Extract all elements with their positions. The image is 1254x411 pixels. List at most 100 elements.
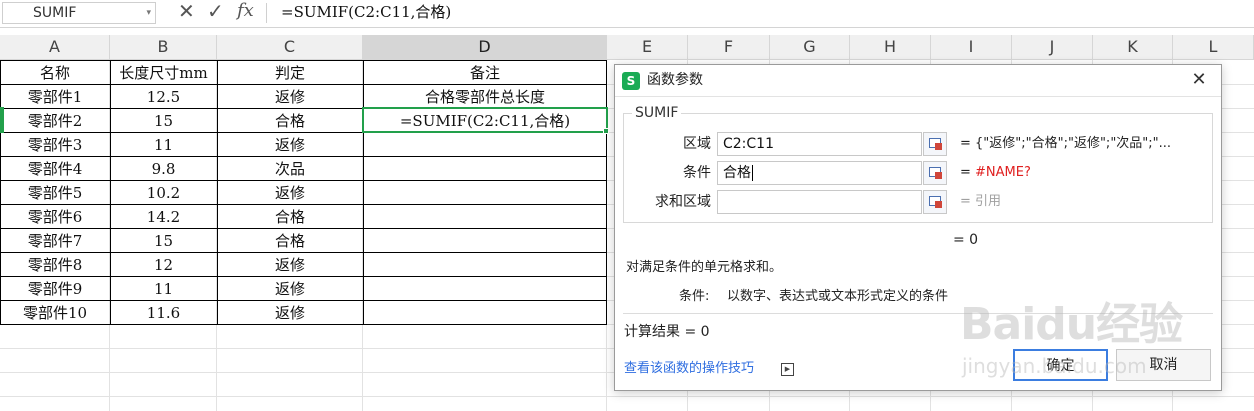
help-link[interactable]: 查看该函数的操作技巧 bbox=[624, 360, 754, 378]
table-cell[interactable]: 14.2 bbox=[110, 205, 217, 229]
header-cell[interactable]: 长度尺寸mm bbox=[110, 61, 217, 85]
cancel-button[interactable]: 取消 bbox=[1116, 349, 1211, 381]
table-cell[interactable]: 零部件3 bbox=[0, 133, 110, 157]
grid-row-line bbox=[0, 396, 1254, 397]
table-cell[interactable]: 零部件10 bbox=[0, 301, 110, 325]
table-cell[interactable]: 零部件8 bbox=[0, 253, 110, 277]
table-cell[interactable]: 返修 bbox=[217, 301, 363, 325]
table-cell[interactable] bbox=[363, 157, 607, 181]
name-box[interactable]: SUMIF ▾ bbox=[2, 2, 156, 24]
table-cell[interactable]: 合格 bbox=[217, 205, 363, 229]
column-header-j[interactable]: J bbox=[1012, 35, 1093, 60]
arg-description-name: 条件: bbox=[679, 289, 710, 304]
table-cell[interactable]: 返修 bbox=[217, 277, 363, 301]
table-cell[interactable]: 返修 bbox=[217, 181, 363, 205]
column-header-e[interactable]: E bbox=[607, 35, 688, 60]
arg-label-sum-range: 求和区域 bbox=[655, 194, 711, 210]
table-cell[interactable]: 15 bbox=[110, 109, 217, 133]
calculation-result: 计算结果 = 0 bbox=[624, 324, 710, 340]
dialog-title: 函数参数 bbox=[647, 72, 703, 88]
range-input[interactable]: C2:C11 bbox=[717, 132, 922, 156]
function-description: 对满足条件的单元格求和。 bbox=[626, 260, 783, 275]
criteria-result-prefix: = bbox=[960, 165, 976, 180]
function-name: SUMIF bbox=[632, 105, 682, 121]
table-cell[interactable]: 零部件7 bbox=[0, 229, 110, 253]
name-box-value: SUMIF bbox=[33, 5, 77, 21]
arg-description-text: 以数字、表达式或文本形式定义的条件 bbox=[727, 289, 949, 304]
table-cell[interactable]: 零部件5 bbox=[0, 181, 110, 205]
criteria-result: #NAME? bbox=[975, 165, 1031, 180]
active-cell-outline bbox=[362, 107, 608, 133]
table-cell[interactable]: 零部件6 bbox=[0, 205, 110, 229]
sum-range-input[interactable] bbox=[717, 190, 922, 214]
function-arguments-dialog: S 函数参数 ✕ SUMIF 区域 C2:C11 = {"返修";"合格";"返… bbox=[614, 64, 1222, 391]
close-icon[interactable]: ✕ bbox=[1187, 68, 1211, 92]
collapse-range-icon[interactable] bbox=[923, 132, 947, 156]
cancel-icon[interactable]: ✕ bbox=[178, 0, 195, 24]
formula-bar-divider bbox=[266, 3, 267, 23]
text-cursor bbox=[752, 165, 753, 181]
formula-input[interactable]: =SUMIF(C2:C11,合格) bbox=[281, 2, 451, 22]
table-cell[interactable]: 9.8 bbox=[110, 157, 217, 181]
table-cell[interactable]: 合格 bbox=[217, 109, 363, 133]
play-video-icon[interactable]: ▶ bbox=[781, 363, 794, 376]
table-cell[interactable]: 12 bbox=[110, 253, 217, 277]
column-header-a[interactable]: A bbox=[0, 35, 110, 60]
table-cell[interactable] bbox=[363, 205, 607, 229]
criteria-result-row: = #NAME? bbox=[960, 163, 1210, 183]
table-cell[interactable]: 10.2 bbox=[110, 181, 217, 205]
table-cell[interactable]: 15 bbox=[110, 229, 217, 253]
table-cell[interactable]: 11 bbox=[110, 133, 217, 157]
table-cell[interactable]: 11.6 bbox=[110, 301, 217, 325]
fx-icon[interactable]: fx bbox=[237, 0, 254, 24]
table-cell[interactable] bbox=[363, 277, 607, 301]
chevron-down-icon[interactable]: ▾ bbox=[146, 3, 151, 23]
column-header-b[interactable]: B bbox=[110, 35, 217, 60]
arg-label-range: 区域 bbox=[683, 136, 711, 152]
column-header-l[interactable]: L bbox=[1173, 35, 1254, 60]
column-header-i[interactable]: I bbox=[931, 35, 1012, 60]
dialog-divider bbox=[615, 96, 1221, 97]
column-header-f[interactable]: F bbox=[688, 35, 770, 60]
header-cell[interactable]: 判定 bbox=[217, 61, 363, 85]
collapse-criteria-icon[interactable] bbox=[923, 161, 947, 185]
table-cell[interactable]: 次品 bbox=[217, 157, 363, 181]
header-cell[interactable]: 名称 bbox=[0, 61, 110, 85]
sum-range-result: = 引用 bbox=[960, 194, 1002, 209]
column-header-g[interactable]: G bbox=[770, 35, 850, 60]
table-cell[interactable]: 返修 bbox=[217, 253, 363, 277]
column-header-k[interactable]: K bbox=[1093, 35, 1173, 60]
dialog-divider-lower bbox=[623, 313, 1213, 314]
collapse-sum-range-icon[interactable] bbox=[923, 190, 947, 214]
table-cell[interactable] bbox=[363, 181, 607, 205]
active-row-marker bbox=[0, 107, 4, 133]
table-cell[interactable]: 合格 bbox=[217, 229, 363, 253]
criteria-input[interactable]: 合格 bbox=[717, 161, 922, 185]
column-header-d[interactable]: D bbox=[363, 35, 607, 60]
range-input-value: C2:C11 bbox=[723, 136, 774, 152]
criteria-input-value: 合格 bbox=[723, 165, 751, 181]
table-cell[interactable] bbox=[363, 229, 607, 253]
table-cell[interactable] bbox=[363, 301, 607, 325]
table-cell[interactable]: 返修 bbox=[217, 133, 363, 157]
fill-handle[interactable] bbox=[603, 128, 609, 134]
formula-bar: SUMIF ▾ ✕ ✓ fx =SUMIF(C2:C11,合格) bbox=[0, 0, 1254, 28]
table-cell[interactable]: 12.5 bbox=[110, 85, 217, 109]
column-header-h[interactable]: H bbox=[850, 35, 931, 60]
table-cell[interactable]: 11 bbox=[110, 277, 217, 301]
ok-button[interactable]: 确定 bbox=[1013, 349, 1108, 381]
table-cell[interactable] bbox=[363, 133, 607, 157]
function-result: = 0 bbox=[953, 232, 979, 248]
table-cell[interactable]: 零部件4 bbox=[0, 157, 110, 181]
header-cell[interactable]: 备注 bbox=[363, 61, 607, 85]
column-header-c[interactable]: C bbox=[217, 35, 363, 60]
range-result: = {"返修";"合格";"返修";"次品";"... bbox=[960, 136, 1172, 151]
table-cell[interactable]: 零部件9 bbox=[0, 277, 110, 301]
table-cell[interactable]: 返修 bbox=[217, 85, 363, 109]
table-cell[interactable]: 零部件2 bbox=[0, 109, 110, 133]
table-cell[interactable]: 合格零部件总长度 bbox=[363, 85, 607, 109]
app-logo-icon: S bbox=[622, 72, 640, 90]
confirm-icon[interactable]: ✓ bbox=[207, 0, 224, 24]
table-cell[interactable]: 零部件1 bbox=[0, 85, 110, 109]
table-cell[interactable] bbox=[363, 253, 607, 277]
